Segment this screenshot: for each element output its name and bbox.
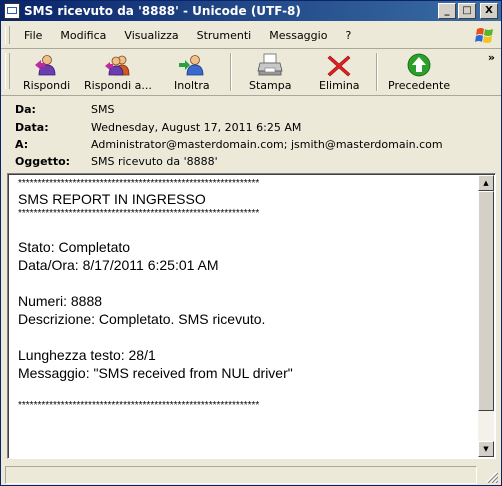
reply-button[interactable]: Rispondi (23, 51, 70, 93)
menu-file[interactable]: File (16, 29, 51, 42)
menu-messaggio[interactable]: Messaggio (260, 29, 336, 42)
previous-label: Precedente (388, 79, 451, 92)
subject-value: SMS ricevuto da '8888' (91, 155, 218, 168)
previous-button[interactable]: Precedente (388, 51, 450, 93)
reply-all-button[interactable]: Rispondi a... (84, 51, 152, 93)
vertical-scrollbar[interactable]: ▲ ▼ (478, 175, 494, 457)
from-value: SMS (91, 103, 115, 116)
to-value: Administrator@masterdomain.com; jsmith@m… (91, 138, 443, 151)
title-bar[interactable]: SMS ricevuto da '8888' - Unicode (UTF-8)… (1, 1, 501, 21)
message-body-pane[interactable]: ****************************************… (7, 173, 496, 459)
to-label: A: (15, 138, 29, 151)
menu-help[interactable]: ? (336, 29, 360, 42)
reply-all-icon (104, 55, 130, 76)
minimize-button[interactable]: _ (438, 3, 456, 19)
menu-strumenti[interactable]: Strumenti (188, 29, 261, 42)
forward-button[interactable]: Inoltra (174, 51, 210, 93)
toolbar-grip[interactable] (5, 53, 10, 89)
message-line: Messaggio: "SMS received from NUL driver… (18, 365, 293, 381)
status-line: Stato: Completato (18, 239, 131, 255)
menu-visualizza[interactable]: Visualizza (115, 29, 187, 42)
reply-label: Rispondi (23, 79, 71, 92)
from-label: Da: (15, 103, 36, 116)
resize-grip-icon[interactable] (486, 471, 498, 483)
windows-logo-icon (475, 28, 493, 43)
message-body-text: ****************************************… (18, 178, 478, 412)
datetime-line: Data/Ora: 8/17/2011 6:25:01 AM (18, 257, 219, 273)
maximize-button[interactable]: □ (458, 3, 476, 19)
subject-label: Oggetto: (15, 155, 71, 168)
close-button[interactable]: X (480, 3, 498, 19)
report-heading: SMS REPORT IN INGRESSO (18, 191, 206, 207)
forward-label: Inoltra (174, 79, 210, 92)
scroll-thumb[interactable] (478, 191, 494, 411)
delete-label: Elimina (319, 79, 360, 92)
numbers-line: Numeri: 8888 (18, 293, 103, 309)
description-line: Descrizione: Completato. SMS ricevuto. (18, 311, 266, 327)
reply-all-label: Rispondi a... (84, 79, 152, 92)
message-headers: Da: SMS Data: Wednesday, August 17, 2011… (1, 97, 501, 171)
forward-icon (178, 55, 204, 76)
toolbar: Rispondi Rispondi a... Inoltra Stampa El… (1, 49, 501, 96)
toolbar-separator (376, 53, 378, 91)
delete-x-icon (327, 55, 351, 77)
menu-modifica[interactable]: Modifica (51, 29, 115, 42)
print-button[interactable]: Stampa (249, 51, 291, 93)
delete-button[interactable]: Elimina (319, 51, 360, 93)
message-window: SMS ricevuto da '8888' - Unicode (UTF-8)… (0, 0, 502, 486)
scroll-up-button[interactable]: ▲ (478, 175, 494, 191)
printer-icon (257, 53, 283, 76)
print-label: Stampa (249, 79, 292, 92)
up-arrow-icon (407, 53, 431, 77)
toolbar-separator (230, 53, 232, 91)
scroll-down-button[interactable]: ▼ (478, 441, 494, 457)
date-label: Data: (15, 121, 49, 134)
window-title: SMS ricevuto da '8888' - Unicode (UTF-8) (24, 4, 301, 18)
menu-bar: File Modifica Visualizza Strumenti Messa… (1, 22, 501, 49)
status-pane (5, 466, 477, 484)
date-value: Wednesday, August 17, 2011 6:25 AM (91, 121, 302, 134)
separator-line: ****************************************… (18, 400, 260, 411)
reply-icon (34, 55, 55, 76)
length-line: Lunghezza testo: 28/1 (18, 347, 156, 363)
separator-line: ****************************************… (18, 208, 260, 219)
toolbar-overflow-chevron[interactable]: » (488, 51, 495, 64)
menu-grip[interactable] (5, 26, 10, 44)
status-bar (1, 463, 501, 485)
message-app-icon[interactable] (4, 3, 20, 19)
separator-line: ****************************************… (18, 178, 260, 189)
